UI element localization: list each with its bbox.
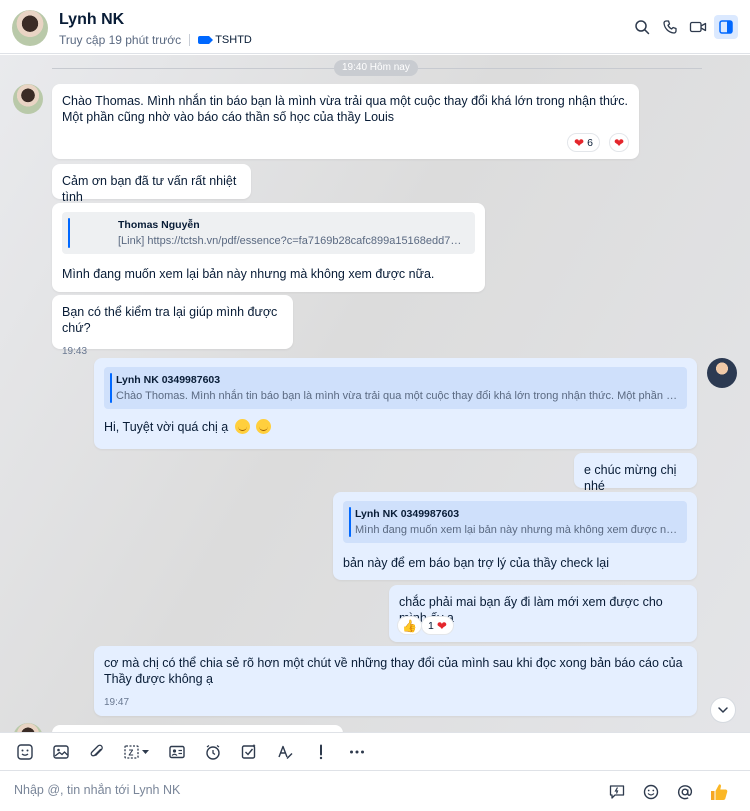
sender-avatar[interactable] [13, 84, 43, 114]
smile-emoji-icon [256, 419, 272, 434]
reaction-count: 1 [428, 619, 434, 632]
quick-message-button[interactable] [604, 779, 630, 805]
chat-header: Lynh NK Truy cập 19 phút trước TSHTD [0, 0, 750, 54]
message-text: cơ mà chị có thể chia sẻ rõ hơn một chút… [104, 656, 683, 686]
message-text: Bạn có thể kiểm tra lại giúp mình được c… [62, 305, 278, 335]
header-actions [630, 15, 738, 39]
message-text: Hi, Tuyệt vời quá chị ạ [104, 419, 687, 435]
screenshot-button[interactable]: Z [120, 739, 154, 765]
phone-icon [663, 20, 677, 34]
thumbs-up-icon [711, 784, 728, 800]
heart-icon: ❤ [436, 618, 447, 633]
my-avatar[interactable] [707, 358, 737, 388]
text-format-button[interactable] [272, 739, 298, 765]
screenshot-icon: Z [124, 744, 149, 759]
message-bubble[interactable]: Thomas Nguyễn [Link] https://tctsh.vn/pd… [52, 203, 485, 292]
paperclip-icon [90, 744, 103, 756]
alarm-clock-icon [206, 744, 220, 760]
more-dots-icon [350, 750, 364, 753]
exclamation-icon [319, 744, 323, 759]
status-divider [189, 34, 191, 46]
quoted-message[interactable]: Thomas Nguyễn [Link] https://tctsh.vn/pd… [62, 212, 475, 254]
quick-message-icon [609, 785, 625, 799]
message-composer [0, 770, 750, 811]
mark-important-button[interactable] [308, 739, 334, 765]
message-text-content: Hi, Tuyệt vời quá chị ạ [104, 420, 229, 434]
tag-icon [198, 36, 214, 44]
more-options-button[interactable] [344, 739, 370, 765]
message-time: 19:47 [104, 697, 130, 708]
message-text: Cảm ơn bạn đã tư vấn rất nhiệt tình [62, 174, 237, 204]
message-list[interactable]: 19:40 Hôm nay Chào Thomas. Mình nhắn tin… [0, 55, 750, 732]
search-button[interactable] [630, 15, 654, 39]
sticker-button[interactable] [12, 739, 38, 765]
like-button[interactable]: 👍 [397, 616, 422, 635]
composer-actions [604, 779, 732, 805]
message-bubble[interactable]: Bạn có thể kiểm tra lại giúp mình được c… [52, 295, 293, 357]
composer-toolbar: Z [0, 732, 750, 770]
video-call-button[interactable] [686, 15, 710, 39]
message-input[interactable] [14, 783, 574, 797]
message-bubble[interactable]: cơ mà chị có thể chia sẻ rõ hơn một chút… [94, 646, 697, 716]
message-bubble[interactable] [52, 725, 343, 732]
chevron-down-icon [718, 707, 728, 713]
video-camera-icon [689, 21, 707, 33]
quoted-sender: Lynh NK 0349987603 [116, 374, 221, 386]
quoted-text: Mình đang muốn xem lại bản này nhưng mà … [355, 524, 679, 536]
message-bubble[interactable]: Cảm ơn bạn đã tư vấn rất nhiệt tình [52, 164, 251, 204]
contact-status: Truy cập 19 phút trước TSHTD [59, 33, 252, 47]
contact-tag[interactable]: TSHTD [215, 34, 252, 46]
reaction-summary[interactable]: 1 ❤ [421, 616, 454, 635]
text-format-icon [278, 745, 293, 759]
emoji-icon [643, 784, 659, 800]
reminder-button[interactable] [200, 739, 226, 765]
quoted-text: Chào Thomas. Mình nhắn tin báo bạn là mì… [116, 390, 679, 402]
message-bubble[interactable]: Lynh NK 0349987603 Chào Thomas. Mình nhắ… [94, 358, 697, 449]
sender-avatar[interactable] [13, 723, 43, 732]
svg-text:Z: Z [129, 748, 134, 757]
last-seen-text: Truy cập 19 phút trước [59, 33, 182, 47]
message-text: Chào Thomas. Mình nhắn tin báo bạn là mì… [62, 94, 629, 124]
send-like-button[interactable] [706, 779, 732, 805]
message-text: Mình đang muốn xem lại bản này nhưng mà … [62, 267, 435, 281]
heart-icon: ❤ [574, 135, 585, 150]
image-button[interactable] [48, 739, 74, 765]
message-text: bản này để em báo bạn trợ lý của thầy ch… [343, 556, 609, 570]
thumbs-up-icon: 👍 [402, 618, 417, 633]
conversation-info-toggle[interactable] [714, 15, 738, 39]
contact-card-button[interactable] [164, 739, 190, 765]
sticker-icon [17, 743, 33, 760]
message-text: e chúc mừng chị nhé [584, 463, 677, 493]
mention-button[interactable] [672, 779, 698, 805]
side-panel-icon [719, 20, 733, 34]
message-bubble[interactable]: e chúc mừng chị nhé [574, 453, 697, 493]
reaction-summary[interactable]: ❤ 6 [567, 133, 600, 152]
heart-icon: ❤ [614, 135, 625, 150]
react-button[interactable]: ❤ [609, 133, 630, 152]
task-button[interactable] [236, 739, 262, 765]
smile-emoji-icon [234, 419, 250, 434]
quoted-message[interactable]: Lynh NK 0349987603 Mình đang muốn xem lạ… [343, 501, 687, 543]
quoted-sender: Thomas Nguyễn [118, 219, 200, 231]
image-icon [53, 744, 69, 759]
contact-card-icon [169, 745, 185, 758]
date-separator: 19:40 Hôm nay [52, 60, 702, 76]
voice-call-button[interactable] [658, 15, 682, 39]
reaction-count: 6 [587, 136, 593, 149]
quoted-message[interactable]: Lynh NK 0349987603 Chào Thomas. Mình nhắ… [104, 367, 687, 409]
emoji-button[interactable] [638, 779, 664, 805]
scroll-to-bottom-button[interactable] [710, 697, 736, 723]
search-icon [635, 20, 650, 35]
quoted-text: [Link] https://tctsh.vn/pdf/essence?c=fa… [118, 235, 467, 247]
attach-file-button[interactable] [84, 739, 110, 765]
contact-name[interactable]: Lynh NK [59, 11, 124, 29]
contact-avatar[interactable] [12, 10, 48, 46]
task-check-icon [241, 744, 256, 759]
message-bubble[interactable]: Lynh NK 0349987603 Mình đang muốn xem lạ… [333, 492, 697, 580]
message-bubble[interactable]: Chào Thomas. Mình nhắn tin báo bạn là mì… [52, 84, 639, 159]
quoted-sender: Lynh NK 0349987603 [355, 508, 460, 520]
date-label: 19:40 Hôm nay [334, 60, 418, 76]
at-sign-icon [677, 785, 693, 800]
